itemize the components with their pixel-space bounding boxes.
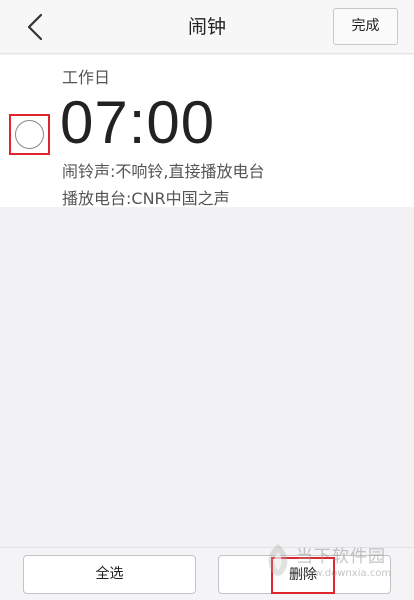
delete-button-label: 删除 xyxy=(271,557,335,594)
done-button[interactable]: 完成 xyxy=(333,8,398,45)
alarm-time: 07:00 xyxy=(60,89,216,156)
alarm-ringtone-text: 闹铃声:不响铃,直接播放电台 xyxy=(62,162,265,181)
alarm-select-checkbox[interactable] xyxy=(9,114,50,155)
radio-circle-icon xyxy=(15,120,44,149)
top-nav-bar: 闹钟 完成 xyxy=(0,0,414,54)
alarm-station-text: 播放电台:CNR中国之声 xyxy=(62,189,230,208)
alarm-list-item[interactable]: 工作日 07:00 闹铃声:不响铃,直接播放电台 播放电台:CNR中国之声 xyxy=(0,55,414,208)
alarm-repeat-label: 工作日 xyxy=(62,68,111,87)
delete-button[interactable]: 删除 xyxy=(218,555,391,594)
bottom-action-bar: 全选 删除 xyxy=(0,547,414,600)
select-all-button[interactable]: 全选 xyxy=(23,555,196,594)
